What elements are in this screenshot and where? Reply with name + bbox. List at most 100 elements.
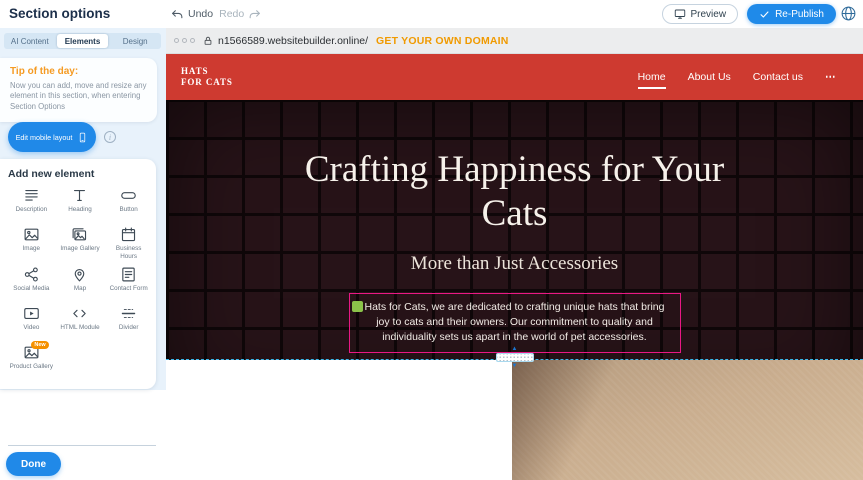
element-label: Description	[16, 206, 48, 214]
element-label: Social Media	[13, 285, 49, 293]
preview-area: n1566589.websitebuilder.online/ GET YOUR…	[166, 28, 863, 480]
site-url: n1566589.websitebuilder.online/	[218, 35, 368, 47]
redo-label: Redo	[219, 8, 244, 20]
element-button[interactable]: Button	[105, 187, 152, 220]
image-icon	[23, 226, 40, 243]
elements-grid: Description Heading Button Image Image G…	[8, 187, 152, 377]
sidebar: AI Content Elements Design Tip of the da…	[0, 28, 166, 480]
hero-subtitle[interactable]: More than Just Accessories	[166, 253, 863, 275]
phone-icon	[77, 132, 88, 143]
history-controls: Undo Redo	[171, 0, 261, 28]
element-label: Image	[23, 245, 41, 253]
window-dot	[182, 38, 187, 43]
preview-button[interactable]: Preview	[662, 4, 739, 24]
video-icon	[23, 305, 40, 322]
hero-paragraph-text: Hats for Cats, we are dedicated to craft…	[364, 301, 664, 343]
element-label: Divider	[119, 324, 139, 332]
edit-mobile-row: Edit mobile layout i	[8, 122, 116, 152]
new-badge: New	[31, 341, 48, 349]
site-nav: Home About Us Contact us ⋯	[627, 54, 848, 100]
done-button[interactable]: Done	[6, 452, 61, 476]
window-dots	[174, 38, 195, 43]
social-media-icon	[23, 266, 40, 283]
description-icon	[23, 187, 40, 204]
hero-title[interactable]: Crafting Happiness for Your Cats	[290, 100, 740, 237]
monitor-icon	[674, 8, 686, 20]
republish-button[interactable]: Re-Publish	[747, 4, 836, 24]
element-image-gallery[interactable]: Image Gallery	[57, 226, 104, 260]
resize-grip[interactable]	[496, 353, 534, 362]
html-module-icon	[71, 305, 88, 322]
element-heading[interactable]: Heading	[57, 187, 104, 220]
element-image[interactable]: Image	[8, 226, 55, 260]
toolbar-actions: Preview Re-Publish	[662, 4, 837, 24]
element-label: Business Hours	[107, 245, 151, 260]
republish-label: Re-Publish	[775, 9, 824, 20]
element-product-gallery[interactable]: New Product Gallery	[8, 344, 55, 377]
sidebar-tabs: AI Content Elements Design	[4, 33, 161, 49]
nav-home[interactable]: Home	[627, 54, 677, 100]
next-section-photo[interactable]	[512, 360, 863, 480]
undo-icon	[171, 8, 184, 21]
section-resize-handle[interactable]: ▲ ▼	[496, 346, 534, 369]
next-section-blank	[166, 360, 512, 480]
heading-icon	[71, 187, 88, 204]
element-social-media[interactable]: Social Media	[8, 266, 55, 299]
element-label: HTML Module	[60, 324, 99, 332]
element-video[interactable]: Video	[8, 305, 55, 338]
info-icon[interactable]: i	[104, 131, 116, 143]
tab-design[interactable]: Design	[109, 33, 161, 49]
element-contact-form[interactable]: Contact Form	[105, 266, 152, 299]
tip-of-the-day-card: Tip of the day: Now you can add, move an…	[0, 58, 157, 122]
element-label: Map	[74, 285, 86, 293]
element-business-hours[interactable]: Business Hours	[105, 226, 152, 260]
tab-ai-content[interactable]: AI Content	[4, 33, 56, 49]
page-title: Section options	[9, 6, 110, 21]
element-label: Video	[23, 324, 39, 332]
tab-elements[interactable]: Elements	[57, 34, 109, 48]
get-domain-link[interactable]: GET YOUR OWN DOMAIN	[376, 35, 509, 47]
element-map[interactable]: Map	[57, 266, 104, 299]
element-description[interactable]: Description	[8, 187, 55, 220]
redo-icon	[248, 8, 261, 21]
image-gallery-icon	[71, 226, 88, 243]
site-header: HATS FOR CATS Home About Us Contact us ⋯	[166, 54, 863, 100]
nav-contact-us[interactable]: Contact us	[742, 54, 814, 100]
window-dot	[190, 38, 195, 43]
element-html-module[interactable]: HTML Module	[57, 305, 104, 338]
nav-more-icon[interactable]: ⋯	[814, 54, 848, 100]
lock-icon	[203, 36, 213, 46]
next-section	[166, 360, 863, 480]
element-label: Contact Form	[110, 285, 148, 293]
app-window: Section options Undo Redo Preview Re-Pub…	[0, 0, 863, 480]
sidebar-bottom-divider	[8, 445, 156, 446]
nav-about-us[interactable]: About Us	[677, 54, 742, 100]
tip-body: Now you can add, move and resize any ele…	[10, 81, 147, 112]
divider-icon	[120, 305, 137, 322]
undo-label: Undo	[188, 8, 213, 20]
website-canvas: HATS FOR CATS Home About Us Contact us ⋯…	[166, 54, 863, 480]
button-icon	[120, 187, 137, 204]
check-icon	[759, 9, 770, 20]
section-boundary-line: ▲ ▼	[166, 359, 863, 360]
resize-up-arrow-icon: ▲	[512, 346, 518, 352]
site-logo[interactable]: HATS FOR CATS	[181, 66, 233, 89]
hero-paragraph-selected[interactable]: Hats for Cats, we are dedicated to craft…	[349, 293, 681, 353]
element-label: Image Gallery	[60, 245, 99, 253]
resize-down-arrow-icon: ▼	[512, 363, 518, 369]
element-label: Product Gallery	[10, 363, 53, 371]
element-drag-handle[interactable]	[352, 301, 363, 312]
preview-label: Preview	[691, 9, 727, 20]
element-label: Heading	[68, 206, 91, 214]
language-globe-button[interactable]	[840, 5, 857, 22]
element-label: Button	[120, 206, 138, 214]
element-divider[interactable]: Divider	[105, 305, 152, 338]
redo-button[interactable]: Redo	[219, 8, 261, 21]
undo-button[interactable]: Undo	[171, 8, 213, 21]
browser-chrome-bar: n1566589.websitebuilder.online/ GET YOUR…	[166, 28, 863, 54]
business-hours-icon	[120, 226, 137, 243]
edit-mobile-label: Edit mobile layout	[16, 133, 73, 142]
window-dot	[174, 38, 179, 43]
edit-mobile-layout-button[interactable]: Edit mobile layout	[8, 122, 96, 152]
tip-title: Tip of the day:	[10, 66, 147, 77]
